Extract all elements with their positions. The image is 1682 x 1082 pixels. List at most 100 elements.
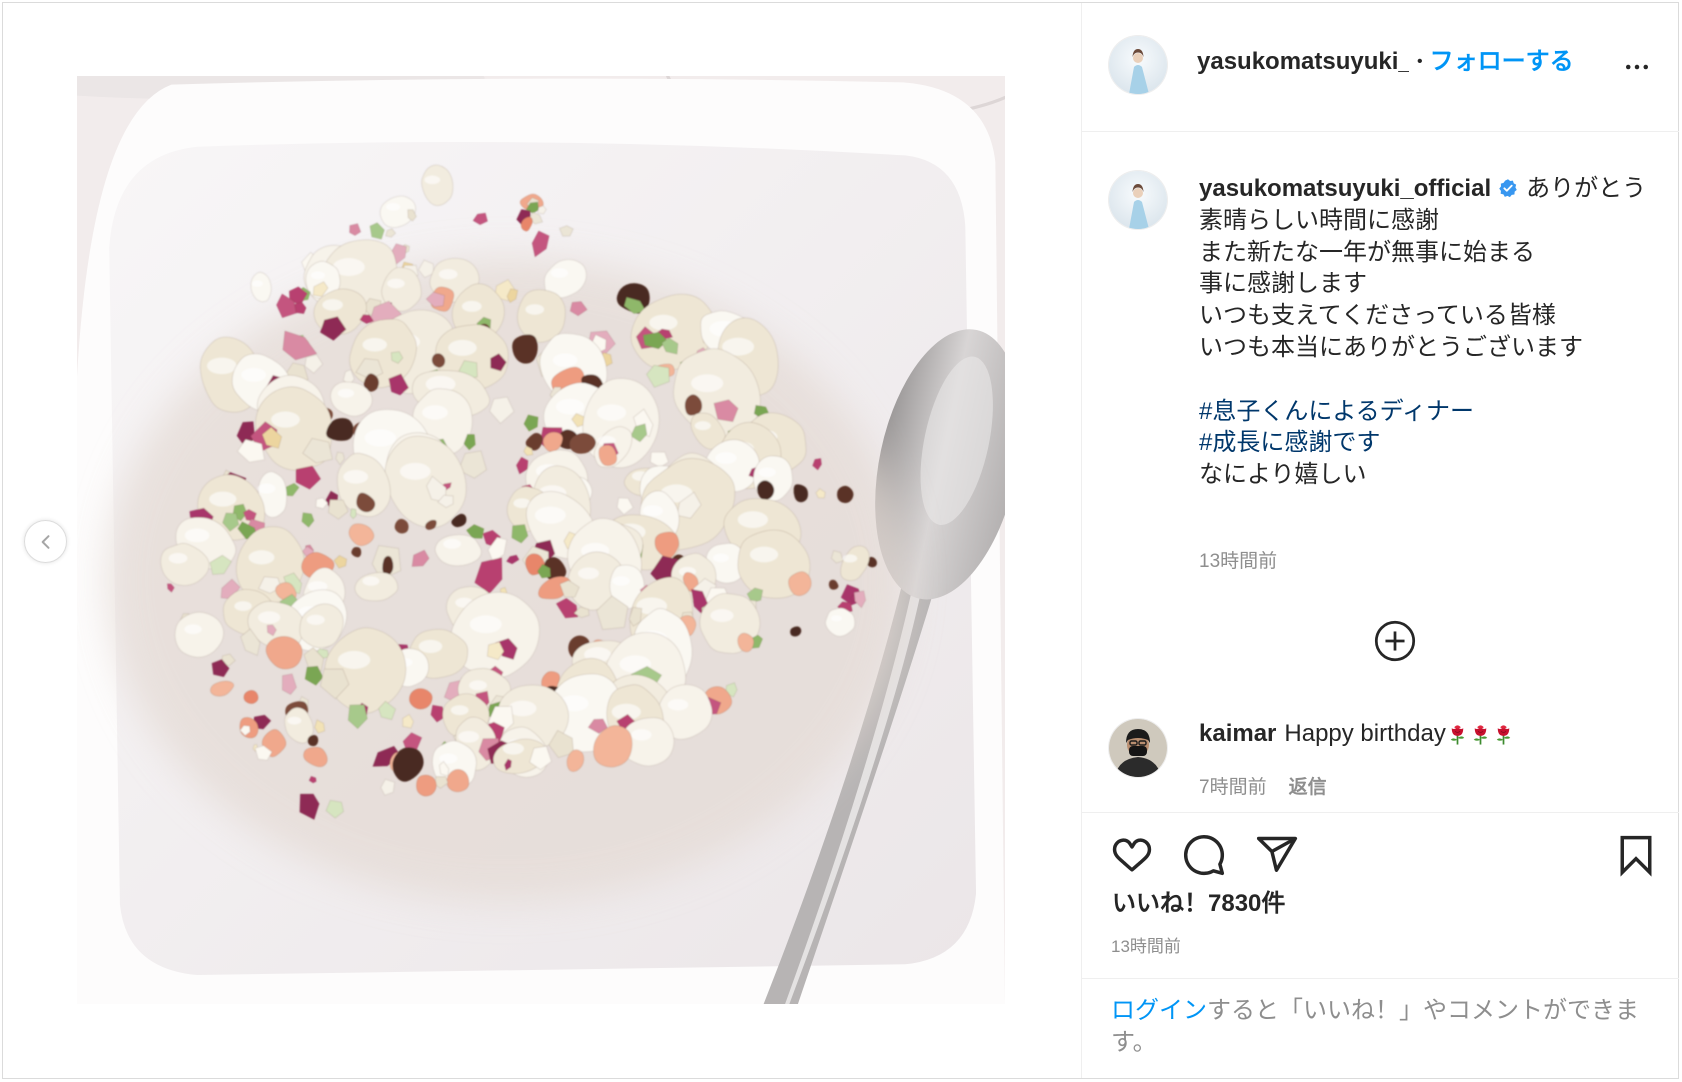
tomato-piece bbox=[737, 632, 755, 653]
header-user-row: yasukomatsuyuki_official • フォローする bbox=[1197, 46, 1574, 78]
caption-username[interactable]: yasukomatsuyuki_official bbox=[1199, 175, 1491, 202]
caption-line: 事に感謝します bbox=[1199, 270, 1367, 298]
scallop-highlight bbox=[364, 429, 397, 447]
scallop-highlight bbox=[649, 314, 678, 331]
scallop-highlight bbox=[234, 601, 252, 611]
tomato-piece bbox=[787, 571, 812, 597]
previous-photo-button[interactable] bbox=[24, 520, 67, 563]
scallop-highlight bbox=[343, 469, 369, 484]
comments-divider bbox=[1082, 812, 1679, 813]
scallop-highlight bbox=[555, 398, 585, 415]
scallop-highlight bbox=[362, 576, 380, 586]
scallop-highlight bbox=[631, 729, 652, 741]
scallop-highlight bbox=[691, 374, 724, 393]
mushroom-piece bbox=[836, 485, 854, 504]
scallop-highlight bbox=[209, 491, 237, 507]
scallop-highlight bbox=[248, 550, 275, 565]
more-options-icon bbox=[1626, 64, 1648, 70]
scallop-highlight bbox=[642, 505, 663, 517]
load-more-comments-button[interactable] bbox=[1373, 619, 1417, 663]
caption-line: いつも本当にありがとうございます bbox=[1199, 333, 1583, 361]
scallop-highlight bbox=[424, 175, 441, 185]
tomato-piece bbox=[415, 774, 437, 797]
scallop-highlight bbox=[712, 553, 729, 563]
rose-icon bbox=[1492, 722, 1515, 746]
hashtag-link[interactable]: #息子くんによるディナー bbox=[1199, 396, 1657, 428]
scallop-highlight bbox=[257, 611, 281, 624]
scallop-highlight bbox=[337, 388, 355, 398]
share-icon bbox=[1256, 836, 1298, 873]
scallop-highlight bbox=[612, 576, 630, 586]
scallop-highlight bbox=[386, 203, 401, 211]
scallop-highlight bbox=[448, 339, 477, 356]
mushroom-piece bbox=[793, 483, 809, 503]
commenter-avatar-image bbox=[1109, 719, 1167, 777]
caption-avatar[interactable] bbox=[1109, 171, 1167, 229]
caption-line: また新たな一年が無事に始まる bbox=[1199, 238, 1535, 266]
login-link[interactable]: ログイン bbox=[1111, 997, 1207, 1024]
scallop-highlight bbox=[469, 615, 502, 634]
like-button[interactable] bbox=[1110, 833, 1154, 877]
scallop-highlight bbox=[534, 506, 566, 524]
scallop-highlight bbox=[758, 467, 776, 478]
panel-divider bbox=[1081, 3, 1082, 1078]
scallop-piece bbox=[434, 534, 482, 567]
follow-button[interactable]: フォローする bbox=[1430, 46, 1574, 78]
chevron-left-icon bbox=[41, 534, 49, 549]
login-divider bbox=[1082, 978, 1679, 979]
scallop-highlight bbox=[241, 367, 267, 382]
caption-time: 13時間前 bbox=[1199, 551, 1278, 572]
scallop-highlight bbox=[749, 546, 779, 563]
scallop-highlight bbox=[458, 730, 480, 743]
verified-badge-icon bbox=[1498, 178, 1518, 198]
mushroom-piece bbox=[789, 625, 802, 637]
more-options-button[interactable] bbox=[1622, 52, 1652, 82]
scallop-highlight bbox=[322, 299, 343, 311]
scallop-highlight bbox=[830, 615, 843, 622]
post-caption: yasukomatsuyuki_official ありがとう 素晴らしい時間に感謝… bbox=[1199, 173, 1657, 491]
scallop-highlight bbox=[450, 705, 469, 716]
scallop-highlight bbox=[578, 567, 600, 580]
scallop-highlight bbox=[168, 552, 188, 564]
mushroom-piece bbox=[431, 353, 446, 368]
scallop-highlight bbox=[502, 742, 524, 755]
header-avatar[interactable] bbox=[1109, 36, 1167, 94]
scallop-highlight bbox=[438, 269, 458, 280]
likes-count[interactable]: いいね！7830件 bbox=[1112, 888, 1285, 920]
mushroom-piece bbox=[394, 518, 409, 534]
header-username[interactable]: yasukomatsuyuki_official bbox=[1197, 46, 1409, 78]
comment-avatar[interactable] bbox=[1109, 719, 1167, 777]
scallop-highlight bbox=[184, 624, 202, 635]
share-button[interactable] bbox=[1255, 833, 1299, 877]
scallop-highlight bbox=[418, 639, 443, 653]
scallop-highlight bbox=[597, 404, 627, 421]
scallop-highlight bbox=[550, 268, 569, 278]
scallop-highlight bbox=[362, 337, 387, 352]
mushroom-piece bbox=[756, 479, 775, 501]
rose-icon bbox=[1469, 722, 1492, 746]
scallop-highlight bbox=[715, 452, 737, 464]
caption-first-paragraph: yasukomatsuyuki_official ありがとう bbox=[1199, 173, 1657, 205]
caption-line: いつも支えてくださっている皆様 bbox=[1199, 302, 1556, 330]
scallop-highlight bbox=[207, 357, 237, 375]
comment-button[interactable] bbox=[1182, 833, 1226, 877]
scallop-highlight bbox=[387, 278, 405, 289]
hashtag-link[interactable]: #成長に感謝です bbox=[1199, 427, 1657, 459]
scallop-piece bbox=[824, 607, 856, 637]
save-button[interactable] bbox=[1614, 833, 1658, 877]
comment-time: 7時間前 bbox=[1199, 777, 1267, 798]
salad-photo bbox=[77, 76, 1005, 1004]
comment-username[interactable]: kaimar bbox=[1199, 718, 1276, 750]
scallop-highlight bbox=[287, 716, 302, 725]
scallop-highlight bbox=[469, 680, 487, 691]
reply-button[interactable]: 返信 bbox=[1289, 776, 1327, 800]
scallop-highlight bbox=[306, 614, 325, 625]
scallop-highlight bbox=[694, 421, 711, 431]
tomato-piece bbox=[243, 689, 259, 705]
header-separator: • bbox=[1417, 53, 1423, 70]
rose-icon bbox=[1446, 722, 1469, 746]
comment-meta: 7時間前 返信 bbox=[1199, 776, 1327, 800]
scallop-highlight bbox=[710, 609, 734, 622]
tomato-piece bbox=[408, 688, 433, 710]
